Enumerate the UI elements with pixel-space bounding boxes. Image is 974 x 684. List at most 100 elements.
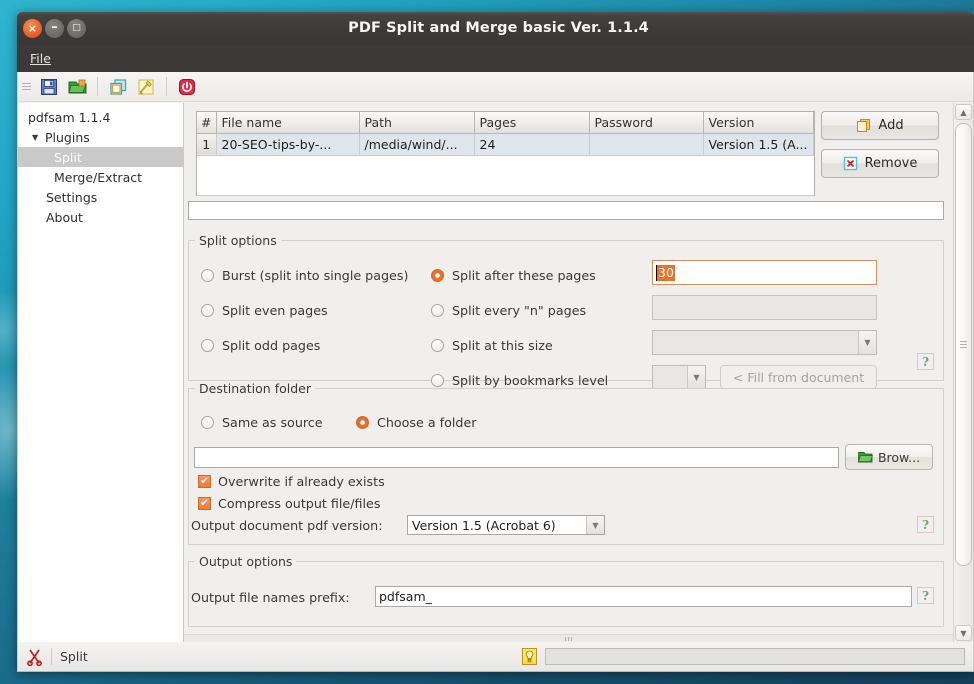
menu-file-label: File bbox=[30, 51, 51, 66]
vertical-scrollbar[interactable]: ▲ ▼ bbox=[953, 103, 973, 642]
toolbar-grip[interactable] bbox=[22, 79, 31, 95]
add-button[interactable]: Add bbox=[821, 111, 939, 140]
selection-input[interactable] bbox=[188, 201, 944, 220]
overwrite-label: Overwrite if already exists bbox=[218, 474, 385, 489]
column-header-version[interactable]: Version bbox=[703, 112, 814, 134]
tree-item-label: About bbox=[46, 209, 83, 225]
tree-item-split[interactable]: Split bbox=[18, 147, 183, 167]
destination-folder-legend: Destination folder bbox=[195, 381, 315, 396]
column-header-password[interactable]: Password bbox=[589, 112, 704, 134]
split-panel: # File name Path Pages Password Version bbox=[184, 103, 973, 642]
toolbar-exit-button[interactable] bbox=[174, 74, 200, 99]
help-question-glyph: ? bbox=[921, 354, 930, 369]
split-options-help-icon[interactable]: ? bbox=[917, 353, 934, 370]
help-question-glyph: ? bbox=[921, 517, 930, 532]
lightbulb-icon[interactable] bbox=[521, 648, 537, 665]
scroll-up-icon[interactable]: ▲ bbox=[955, 104, 972, 120]
pdf-version-value: Version 1.5 (Acrobat 6) bbox=[412, 517, 556, 533]
chevron-down-icon: ▼ bbox=[586, 516, 604, 534]
toolbar-clear-button[interactable] bbox=[133, 74, 159, 99]
output-options-legend: Output options bbox=[195, 554, 297, 569]
toolbar-open-button[interactable] bbox=[64, 74, 90, 99]
browse-button[interactable]: Brow... bbox=[845, 444, 933, 470]
split-options-legend: Split options bbox=[195, 233, 281, 248]
main-area: pdfsam 1.1.4 ▼ Plugins Split Merge/Extra… bbox=[18, 103, 973, 642]
cell-filename: 20-SEO-tips-by-... bbox=[216, 133, 360, 156]
scissors-icon bbox=[27, 649, 42, 666]
tree-item-label: Plugins bbox=[45, 129, 90, 145]
plugin-tree: pdfsam 1.1.4 ▼ Plugins Split Merge/Extra… bbox=[18, 103, 184, 642]
remove-button-label: Remove bbox=[864, 156, 918, 171]
progress-bar bbox=[544, 648, 965, 665]
radio-split-by-bookmarks[interactable]: Split by bookmarks level bbox=[431, 373, 608, 388]
column-header-filename[interactable]: File name bbox=[216, 112, 360, 134]
radio-label: Same as source bbox=[222, 415, 323, 430]
radio-burst[interactable]: Burst (split into single pages) bbox=[201, 268, 408, 283]
radio-split-at-size[interactable]: Split at this size bbox=[431, 338, 553, 353]
tree-item-plugins[interactable]: ▼ Plugins bbox=[18, 127, 183, 147]
scrollbar-track[interactable] bbox=[954, 121, 973, 624]
toolbar-separator-2 bbox=[166, 77, 167, 96]
radio-split-after-pages[interactable]: Split after these pages bbox=[431, 268, 596, 283]
checkbox-checked-icon: ✔ bbox=[198, 497, 211, 510]
table-empty-row bbox=[197, 155, 814, 196]
tree-item-label: Split bbox=[54, 149, 82, 165]
chevron-down-icon: ▼ bbox=[32, 132, 39, 142]
column-header-path[interactable]: Path bbox=[359, 112, 475, 134]
split-after-pages-input[interactable]: 30 bbox=[652, 260, 877, 285]
menubar: File bbox=[17, 45, 974, 72]
cell-password bbox=[589, 133, 704, 156]
radio-indicator-selected bbox=[431, 269, 444, 282]
tree-item-pdfsam-root[interactable]: pdfsam 1.1.4 bbox=[18, 107, 183, 127]
destination-folder-input[interactable] bbox=[194, 447, 839, 468]
split-at-size-combo[interactable]: ▼ bbox=[652, 330, 877, 355]
toolbar-save-button[interactable] bbox=[36, 74, 62, 99]
radio-split-even[interactable]: Split even pages bbox=[201, 303, 328, 318]
radio-choose-a-folder[interactable]: Choose a folder bbox=[356, 415, 477, 430]
cell-pages: 24 bbox=[474, 133, 590, 156]
titlebar: × – □ PDF Split and Merge basic Ver. 1.1… bbox=[17, 12, 974, 45]
output-options-group: Output options Output file names prefix:… bbox=[188, 554, 944, 627]
tree-item-label: Settings bbox=[46, 189, 98, 205]
radio-label: Split every "n" pages bbox=[452, 303, 587, 318]
compress-checkbox-row[interactable]: ✔ Compress output file/files bbox=[198, 496, 380, 511]
add-page-icon bbox=[857, 119, 871, 132]
radio-split-odd[interactable]: Split odd pages bbox=[201, 338, 320, 353]
tree-item-label: pdfsam 1.1.4 bbox=[28, 109, 111, 125]
tree-item-settings[interactable]: Settings bbox=[18, 187, 183, 207]
radio-split-every-n[interactable]: Split every "n" pages bbox=[431, 303, 586, 318]
remove-x-icon bbox=[843, 156, 857, 171]
scroll-down-icon[interactable]: ▼ bbox=[955, 625, 972, 641]
output-options-help-icon[interactable]: ? bbox=[917, 587, 934, 604]
radio-label: Choose a folder bbox=[377, 415, 477, 430]
scrollbar-thumb[interactable] bbox=[955, 123, 972, 566]
bookmarks-level-combo[interactable]: ▼ bbox=[652, 365, 706, 389]
table-row[interactable]: 1 20-SEO-tips-by-... /media/wind/... 24 … bbox=[197, 133, 814, 156]
radio-indicator bbox=[201, 269, 214, 282]
column-header-index[interactable]: # bbox=[197, 112, 217, 134]
fill-from-document-button[interactable]: < Fill from document bbox=[720, 365, 877, 389]
radio-label: Burst (split into single pages) bbox=[222, 268, 409, 283]
tree-item-merge-extract[interactable]: Merge/Extract bbox=[18, 167, 183, 187]
output-prefix-input[interactable]: pdfsam_ bbox=[375, 586, 912, 607]
radio-label: Split at this size bbox=[452, 338, 553, 353]
overwrite-checkbox-row[interactable]: ✔ Overwrite if already exists bbox=[198, 474, 385, 489]
pdf-version-combo[interactable]: Version 1.5 (Acrobat 6) ▼ bbox=[407, 515, 605, 535]
fill-from-document-label: < Fill from document bbox=[732, 369, 865, 385]
tree-item-about[interactable]: About bbox=[18, 207, 183, 227]
file-table: # File name Path Pages Password Version bbox=[197, 112, 814, 196]
destination-help-icon[interactable]: ? bbox=[917, 516, 934, 533]
split-every-n-input[interactable] bbox=[652, 295, 877, 320]
radio-indicator bbox=[431, 374, 444, 387]
remove-button[interactable]: Remove bbox=[821, 149, 939, 178]
toolbar-duplicate-button[interactable] bbox=[105, 74, 131, 99]
radio-indicator bbox=[201, 304, 214, 317]
radio-label: Split after these pages bbox=[452, 268, 596, 283]
application-window: × – □ PDF Split and Merge basic Ver. 1.1… bbox=[17, 12, 974, 672]
output-prefix-value: pdfsam_ bbox=[379, 589, 432, 604]
file-table-container[interactable]: # File name Path Pages Password Version bbox=[196, 111, 815, 196]
horizontal-split-handle[interactable] bbox=[184, 634, 953, 642]
radio-same-as-source[interactable]: Same as source bbox=[201, 415, 323, 430]
menu-file[interactable]: File bbox=[26, 49, 55, 68]
column-header-pages[interactable]: Pages bbox=[474, 112, 590, 134]
